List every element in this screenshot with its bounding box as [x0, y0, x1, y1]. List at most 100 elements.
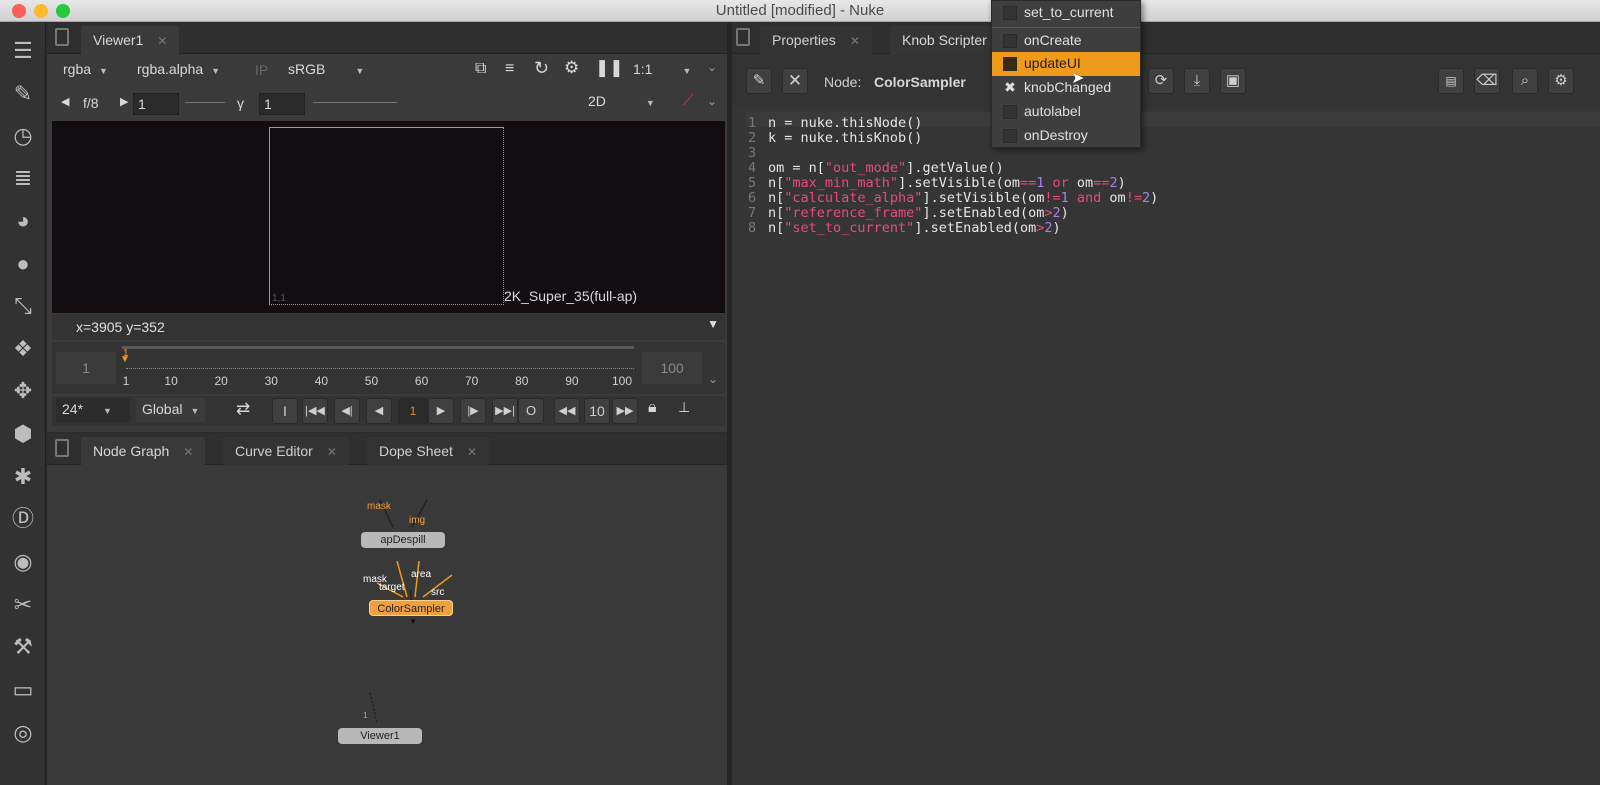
clear-icon[interactable]: ⌫ — [1474, 68, 1500, 94]
plugins-tool-icon[interactable]: ◎ — [8, 718, 38, 748]
alpha-dropdown[interactable]: rgba.alpha ▼ — [131, 58, 227, 82]
tab-dope-sheet[interactable]: Dope Sheet ✕ — [367, 437, 490, 465]
close-tab-icon[interactable]: ✕ — [183, 445, 193, 459]
particles-tool-icon[interactable]: ✱ — [8, 462, 38, 492]
step-forward-icon[interactable]: ▶▶ — [612, 398, 638, 424]
pause-icon[interactable]: ❚❚ — [595, 58, 624, 78]
filter-tool-icon[interactable]: ● — [8, 249, 38, 279]
step-input[interactable]: 10 — [584, 398, 610, 424]
checkbox[interactable] — [1003, 34, 1017, 48]
lock-icon[interactable]: 🔒︎ — [648, 399, 657, 417]
current-frame-input[interactable]: 1 — [398, 398, 428, 424]
toolsets-tool-icon[interactable]: ▭ — [8, 675, 38, 705]
tab-properties[interactable]: Properties ✕ — [760, 26, 872, 54]
checkbox[interactable] — [1003, 105, 1017, 119]
viewer-canvas[interactable]: 1,1 2K_Super_35(full-ap) — [52, 121, 725, 313]
fstop-left-icon[interactable]: ◀ — [61, 95, 69, 108]
info-expand-icon[interactable]: ▼ — [707, 317, 719, 331]
in-point-button[interactable]: I — [272, 398, 298, 424]
close-tab-icon[interactable]: ✕ — [850, 34, 860, 48]
view-mode-dropdown[interactable]: 2D ▼ — [582, 90, 661, 114]
channels-dropdown[interactable]: rgba ▼ — [57, 58, 114, 82]
chevron-down-icon[interactable]: ⌄ — [708, 372, 718, 386]
tab-node-graph[interactable]: Node Graph ✕ — [81, 437, 206, 465]
close-tab-icon[interactable]: ✕ — [327, 445, 337, 459]
image-tool-icon[interactable]: ☰ — [8, 36, 38, 66]
tab-knob-scripter[interactable]: Knob Scripter — [890, 26, 999, 54]
ip-toggle[interactable]: IP — [255, 62, 268, 78]
tab-viewer1[interactable]: Viewer1 ✕ — [81, 26, 180, 54]
metadata-tool-icon[interactable]: ✂ — [8, 590, 38, 620]
reload-icon[interactable]: ⟳ — [1148, 68, 1174, 94]
deep-tool-icon[interactable]: Ⓓ — [8, 504, 38, 534]
transform-tool-icon[interactable]: ✥ — [8, 376, 38, 406]
close-icon[interactable]: ✕ — [782, 68, 808, 94]
knob-item-set-to-current[interactable]: set_to_current — [992, 1, 1140, 25]
play-icon[interactable]: ▶ — [428, 398, 454, 424]
last-frame-icon[interactable]: ▶▶| — [492, 398, 518, 424]
knob-item-oncreate[interactable]: onCreate — [992, 29, 1140, 53]
timeline-end[interactable]: 100 — [642, 352, 702, 384]
gain-slider[interactable] — [185, 102, 225, 103]
fps-dropdown[interactable]: 24* ▼ — [56, 398, 130, 422]
timeline-range-bar[interactable] — [122, 346, 634, 349]
panel-grip-icon[interactable] — [55, 28, 69, 46]
colorspace-dropdown[interactable]: sRGB ▼ — [282, 58, 371, 82]
step-back-icon[interactable]: ◀◀ — [554, 398, 580, 424]
node-apdespill[interactable]: apDespill — [361, 532, 445, 548]
color-picker-icon[interactable]: ⟋ — [683, 92, 694, 109]
refresh-icon[interactable]: ↻ — [534, 58, 549, 79]
checkbox[interactable] — [1003, 6, 1017, 20]
checkbox[interactable] — [1003, 57, 1017, 71]
save-icon[interactable]: ▣ — [1220, 68, 1246, 94]
channel-tool-icon[interactable]: ≣ — [8, 163, 38, 193]
roi-icon[interactable]: ⚙ — [564, 58, 579, 78]
draw-tool-icon[interactable]: ✎ — [8, 79, 38, 109]
audio-scrub-icon[interactable]: ⊥ — [678, 399, 690, 416]
node-colorsampler[interactable]: ColorSampler — [369, 600, 453, 616]
check-icon[interactable]: ✖ — [1003, 80, 1017, 95]
fstop-right-icon[interactable]: ▶ — [120, 95, 128, 108]
first-frame-icon[interactable]: |◀◀ — [302, 398, 328, 424]
next-frame-icon[interactable]: |▶ — [460, 398, 486, 424]
gain-input[interactable]: 1 — [133, 93, 179, 115]
scope-dropdown[interactable]: Global ▼ — [136, 398, 206, 422]
monitor-icon[interactable]: ⧉ — [475, 60, 486, 78]
views-tool-icon[interactable]: ◉ — [8, 547, 38, 577]
gamma-slider[interactable] — [313, 102, 397, 103]
knob-item-knobchanged[interactable]: ✖ knobChanged — [992, 76, 1140, 100]
pipette-icon[interactable]: ✎ — [746, 68, 772, 94]
panel-grip-icon[interactable] — [736, 28, 750, 46]
prev-frame-icon[interactable]: ◀ — [366, 398, 392, 424]
other-tool-icon[interactable]: ⚒ — [8, 632, 38, 662]
close-tab-icon[interactable]: ✕ — [157, 34, 167, 48]
knob-item-autolabel[interactable]: autolabel — [992, 100, 1140, 124]
3d-tool-icon[interactable]: ⬢ — [8, 419, 38, 449]
chevron-down-icon[interactable]: ⌄ — [707, 94, 717, 108]
node-viewer1[interactable]: Viewer1 — [338, 728, 422, 744]
timeline-start[interactable]: 1 — [56, 352, 116, 384]
loop-icon[interactable]: ⇄ — [236, 399, 250, 419]
console-icon[interactable]: ▤ — [1438, 68, 1464, 94]
chevron-down-icon[interactable]: ⌄ — [707, 60, 717, 74]
checkbox[interactable] — [1003, 129, 1017, 143]
close-tab-icon[interactable]: ✕ — [467, 445, 477, 459]
out-point-button[interactable]: O — [518, 398, 544, 424]
search-icon[interactable]: ⌕ — [1512, 68, 1538, 94]
timeline-ruler[interactable] — [126, 368, 634, 369]
panel-grip-icon[interactable] — [55, 439, 69, 457]
download-icon[interactable]: ⤓ — [1184, 68, 1210, 94]
knob-item-updateui[interactable]: updateUI — [992, 52, 1140, 76]
time-tool-icon[interactable]: ◷ — [8, 121, 38, 151]
tab-curve-editor[interactable]: Curve Editor ✕ — [223, 437, 349, 465]
keyer-tool-icon[interactable]: ⤡ — [8, 291, 38, 321]
prev-key-icon[interactable]: ◀| — [334, 398, 360, 424]
gear-icon[interactable]: ⚙ — [1548, 68, 1574, 94]
gamma-input[interactable]: 1 — [259, 93, 305, 115]
knob-item-ondestroy[interactable]: onDestroy — [992, 124, 1140, 148]
color-tool-icon[interactable]: ◕ — [8, 206, 38, 236]
zoom-dropdown[interactable]: 1:1 ▼ — [627, 58, 698, 82]
merge-tool-icon[interactable]: ❖ — [8, 334, 38, 364]
menu-lines-icon[interactable]: ≡ — [505, 60, 514, 78]
colorspace-value: sRGB — [288, 61, 326, 77]
